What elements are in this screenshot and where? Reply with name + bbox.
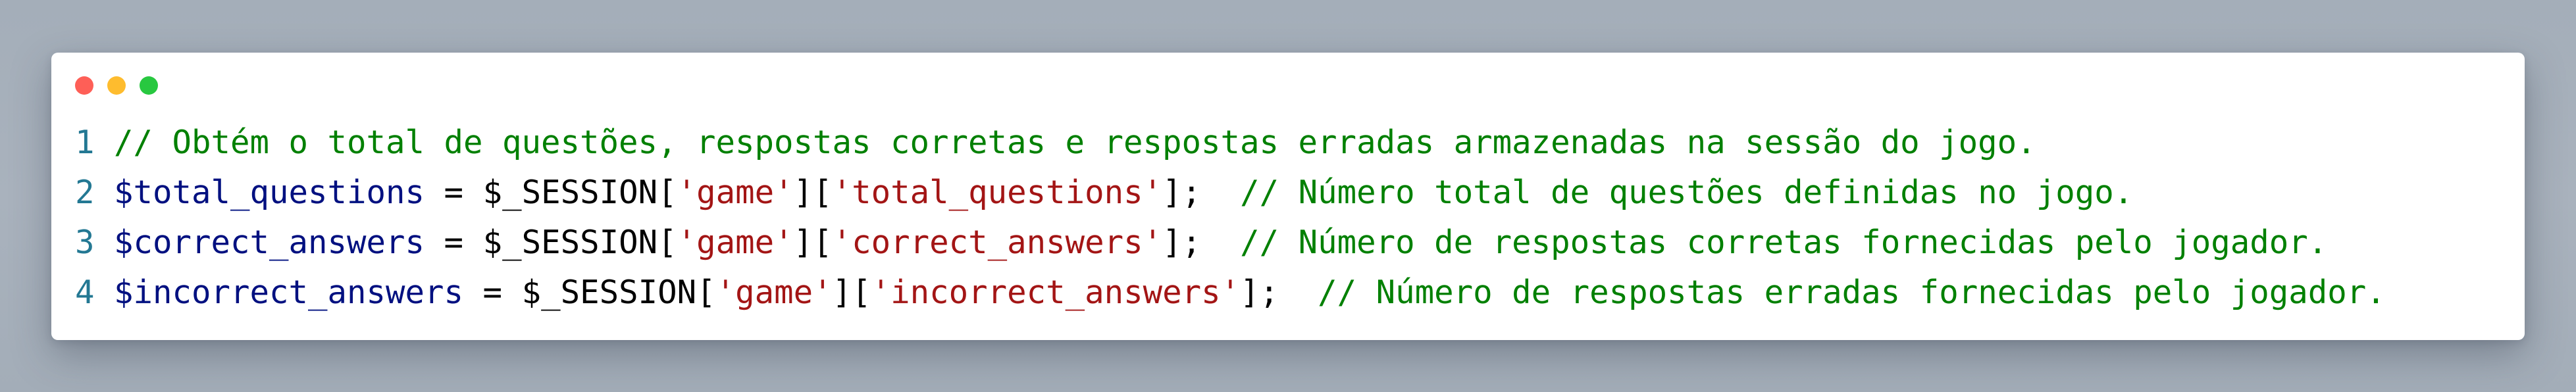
bracket: ]; xyxy=(1162,224,1202,261)
session-superglobal: $_SESSION xyxy=(482,174,658,211)
code-block: 1 // Obtém o total de questões, resposta… xyxy=(75,118,2512,318)
string-key: 'game' xyxy=(677,224,794,261)
string-key: 'game' xyxy=(677,174,794,211)
code-line-2: 2 $total_questions = $_SESSION['game']['… xyxy=(75,168,2512,218)
minimize-window-button[interactable] xyxy=(107,76,126,95)
bracket: ][ xyxy=(832,274,871,311)
code-comment: // Número de respostas erradas fornecida… xyxy=(1318,274,2386,311)
assignment-operator: = xyxy=(425,224,483,261)
assignment-operator: = xyxy=(425,174,483,211)
string-key: 'correct_answers' xyxy=(832,224,1163,261)
code-line-4: 4 $incorrect_answers = $_SESSION['game']… xyxy=(75,268,2512,318)
line-number: 1 xyxy=(75,124,95,161)
code-line-3: 3 $correct_answers = $_SESSION['game']['… xyxy=(75,218,2512,268)
bracket: [ xyxy=(696,274,716,311)
code-comment: // Obtém o total de questões, respostas … xyxy=(114,124,2036,161)
bracket: ][ xyxy=(793,174,833,211)
bracket: ]; xyxy=(1240,274,1279,311)
bracket: ]; xyxy=(1162,174,1202,211)
bracket: [ xyxy=(657,224,677,261)
session-superglobal: $_SESSION xyxy=(521,274,697,311)
string-key: 'total_questions' xyxy=(832,174,1163,211)
code-comment: // Número total de questões definidas no… xyxy=(1240,174,2134,211)
maximize-window-button[interactable] xyxy=(140,76,158,95)
bracket: [ xyxy=(657,174,677,211)
string-key: 'incorrect_answers' xyxy=(871,274,1241,311)
close-window-button[interactable] xyxy=(75,76,93,95)
assignment-operator: = xyxy=(463,274,522,311)
code-line-1: 1 // Obtém o total de questões, resposta… xyxy=(75,118,2512,168)
variable-name: $incorrect_answers xyxy=(114,274,464,311)
session-superglobal: $_SESSION xyxy=(482,224,658,261)
line-number: 2 xyxy=(75,174,95,211)
line-number: 4 xyxy=(75,274,95,311)
code-window: 1 // Obtém o total de questões, resposta… xyxy=(51,53,2525,340)
bracket: ][ xyxy=(793,224,833,261)
line-number: 3 xyxy=(75,224,95,261)
code-comment: // Número de respostas corretas fornecid… xyxy=(1240,224,2328,261)
window-titlebar xyxy=(75,76,158,95)
variable-name: $correct_answers xyxy=(114,224,425,261)
string-key: 'game' xyxy=(715,274,833,311)
variable-name: $total_questions xyxy=(114,174,425,211)
